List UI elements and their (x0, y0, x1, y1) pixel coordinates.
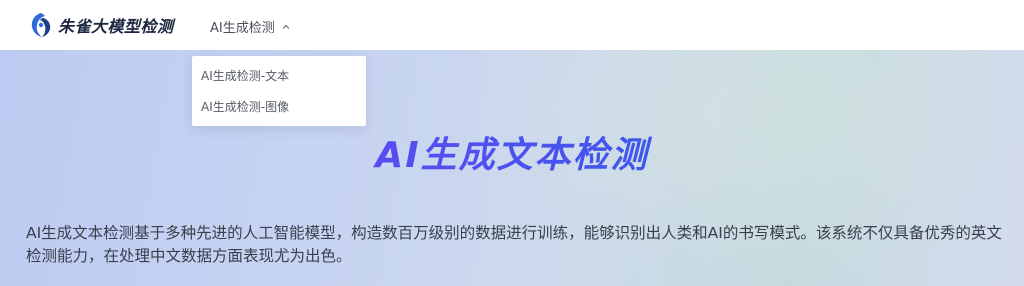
hero-description: AI生成文本检测基于多种先进的人工智能模型，构造数百万级别的数据进行训练，能够识… (26, 224, 1002, 265)
dropdown-item-image-detection[interactable]: AI生成检测-图像 (201, 98, 289, 115)
chevron-up-icon (282, 24, 290, 29)
nav-dropdown-menu: AI生成检测-文本 AI生成检测-图像 (192, 56, 366, 126)
brand-name: 朱雀大模型检测 (58, 17, 174, 36)
hero-title: AI生成文本检测 (0, 126, 1024, 178)
brand-logo[interactable]: 朱雀大模型检测 (30, 12, 174, 38)
nav-menu-ai-detection[interactable]: AI生成检测 (210, 17, 291, 36)
dropdown-item-text-detection[interactable]: AI生成检测-文本 (201, 67, 289, 84)
top-navbar: 朱雀大模型检测 AI生成检测 (0, 0, 1024, 50)
hero-banner: AI生成文本检测 AI生成文本检测基于多种先进的人工智能模型，构造数百万级别的数… (0, 50, 1024, 286)
nav-menu-label: AI生成检测 (210, 21, 275, 36)
zhuque-logo-icon (31, 13, 51, 37)
